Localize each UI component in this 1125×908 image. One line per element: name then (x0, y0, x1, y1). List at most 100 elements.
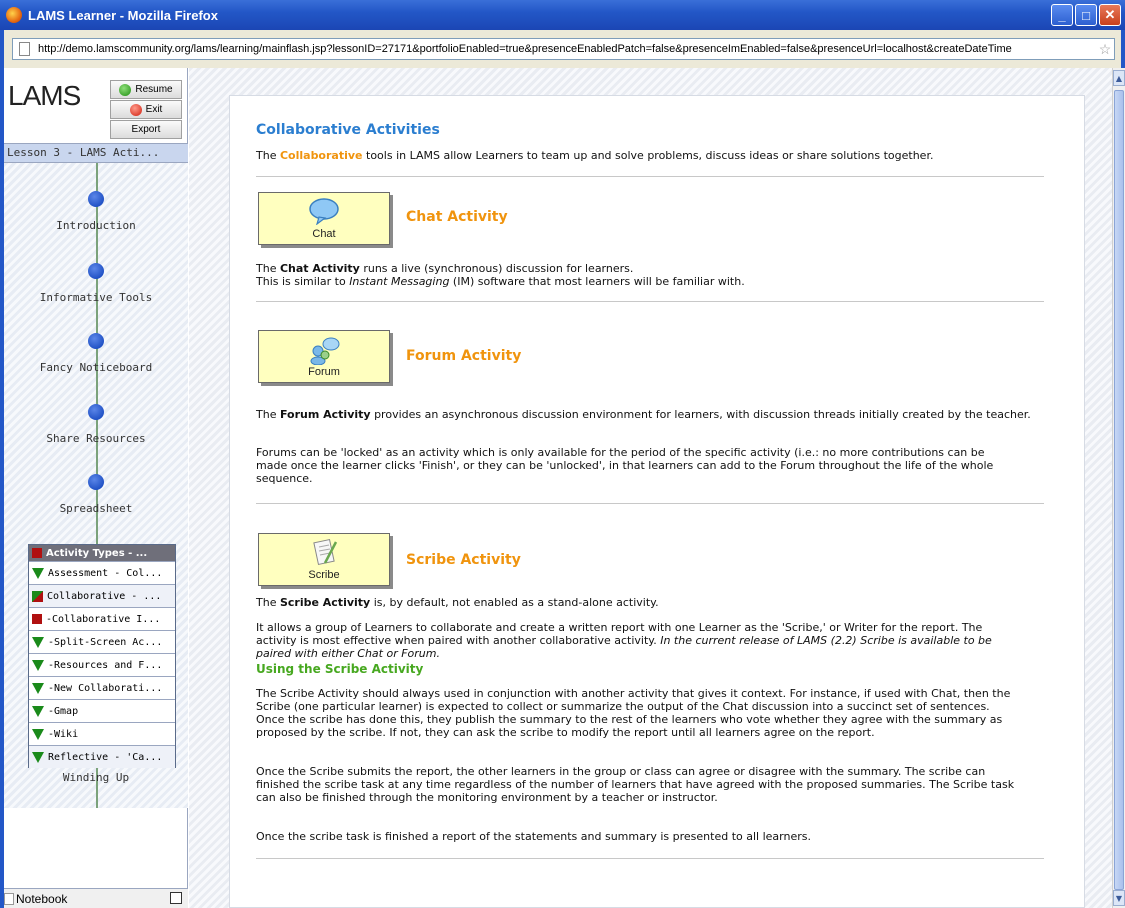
node-label: Informative Tools (39, 291, 153, 304)
forum-button[interactable]: Forum (258, 330, 390, 383)
export-label: Export (131, 124, 161, 135)
node-label: Share Resources (46, 432, 146, 445)
vertical-scrollbar[interactable]: ▲ ▼ (1112, 68, 1125, 908)
divider (256, 176, 1044, 177)
close-button[interactable]: ✕ (1099, 4, 1121, 26)
optional-item[interactable]: Assessment - Col... (29, 561, 175, 584)
optional-activity-box: Activity Types - ... Assessment - Col...… (28, 544, 176, 768)
optional-item-label: -Split-Screen Ac... (48, 636, 163, 648)
divider (256, 503, 1044, 504)
chat-button[interactable]: Chat (258, 192, 390, 245)
scribe-intro: The Scribe Activity is, by default, not … (256, 596, 659, 609)
learner-sidebar: LAMS Resume Exit Export Lesson 3 - LAMS … (4, 68, 188, 908)
activity-node-icon (88, 333, 104, 349)
chat-bubble-icon (309, 198, 339, 226)
forum-button-label: Forum (308, 366, 340, 378)
notebook-label: Notebook (16, 891, 68, 906)
optional-item-label: -Resources and F... (48, 659, 163, 671)
url-field[interactable]: http://demo.lamscommunity.org/lams/learn… (12, 38, 1115, 60)
page-icon (19, 42, 30, 56)
in-progress-icon (32, 590, 43, 602)
sequence-node[interactable]: Fancy Noticeboard (4, 333, 188, 374)
resume-label: Resume (135, 84, 173, 95)
complete-icon (32, 659, 44, 671)
scroll-thumb[interactable] (1114, 90, 1124, 890)
chat-button-label: Chat (312, 228, 336, 240)
optional-item[interactable]: -Collaborative I... (29, 607, 175, 630)
optional-item[interactable]: Reflective - 'Ca... (29, 745, 175, 768)
optional-item-label: -Wiki (48, 728, 79, 740)
scribe-activity-title: Scribe Activity (406, 552, 521, 568)
optional-item[interactable]: Collaborative - ... (29, 584, 175, 607)
optional-item[interactable]: -Wiki (29, 722, 175, 745)
optional-item-label: Reflective - 'Ca... (48, 751, 163, 763)
scribe-usage-text: The Scribe Activity should always used i… (256, 687, 1011, 739)
activity-node-icon (88, 263, 104, 279)
forum-locking-text: Forums can be 'locked' as an activity wh… (256, 446, 994, 485)
lesson-title: Lesson 3 - LAMS Acti... (4, 143, 188, 163)
optional-item-label: -Gmap (48, 705, 79, 717)
resume-icon (119, 83, 132, 96)
exit-label: Exit (145, 104, 163, 115)
scribe-subheading: Using the Scribe Activity (256, 662, 424, 676)
divider (256, 858, 1044, 859)
optional-item-label: -Collaborative I... (46, 613, 161, 625)
content-area: Collaborative Activities The Collaborati… (189, 68, 1112, 908)
scribe-submit-text: Once the Scribe submits the report, the … (256, 765, 1015, 804)
optional-item-label: Collaborative - ... (47, 590, 162, 602)
minimize-button[interactable]: _ (1051, 4, 1073, 26)
window-title: LAMS Learner - Mozilla Firefox (28, 7, 218, 23)
optional-item[interactable]: -New Collaborati... (29, 676, 175, 699)
node-label: Introduction (56, 219, 136, 232)
scroll-down-icon[interactable]: ▼ (1113, 890, 1125, 906)
sequence-node[interactable]: Share Resources (4, 404, 188, 445)
firefox-icon (6, 7, 22, 23)
incomplete-icon (32, 548, 42, 558)
exit-icon (129, 103, 142, 116)
page-title: Collaborative Activities (256, 122, 440, 138)
sequence-node[interactable]: Winding Up (4, 771, 188, 784)
node-label: Fancy Noticeboard (39, 361, 153, 374)
export-button[interactable]: Export (110, 120, 182, 139)
content-card: Collaborative Activities The Collaborati… (229, 95, 1085, 908)
divider (256, 301, 1044, 302)
collaborative-highlight: Collaborative (279, 149, 363, 162)
scribe-button[interactable]: Scribe (258, 533, 390, 586)
window-titlebar: LAMS Learner - Mozilla Firefox _ □ ✕ (0, 0, 1125, 30)
complete-icon (32, 682, 44, 694)
optional-item[interactable]: -Split-Screen Ac... (29, 630, 175, 653)
sequence-node[interactable]: Informative Tools (4, 263, 188, 304)
notebook-bar[interactable]: Notebook (4, 888, 188, 908)
complete-icon (32, 751, 44, 763)
chat-activity-title: Chat Activity (406, 209, 508, 225)
activity-node-icon (88, 191, 104, 207)
forum-activity-title: Forum Activity (406, 348, 522, 364)
sequence-node[interactable]: Introduction (4, 191, 188, 232)
resume-button[interactable]: Resume (110, 80, 182, 99)
optional-item[interactable]: -Resources and F... (29, 653, 175, 676)
node-label: Spreadsheet (59, 502, 133, 515)
intro-text: The Collaborative tools in LAMS allow Le… (256, 149, 934, 162)
bookmark-star-icon[interactable]: ☆ (1096, 41, 1114, 58)
maximize-button[interactable]: □ (1075, 4, 1097, 26)
window-controls: _ □ ✕ (1051, 4, 1121, 26)
optional-item-label: -New Collaborati... (48, 682, 163, 694)
incomplete-icon (32, 614, 42, 624)
optional-item[interactable]: -Gmap (29, 699, 175, 722)
optional-header[interactable]: Activity Types - ... (29, 545, 175, 561)
forum-icon (310, 337, 340, 366)
scribe-purpose-text: It allows a group of Learners to collabo… (256, 621, 992, 660)
forum-description: The Forum Activity provides an asynchron… (256, 408, 1031, 421)
scroll-up-icon[interactable]: ▲ (1113, 70, 1125, 86)
scribe-notepad-icon (313, 538, 338, 566)
address-bar: http://demo.lamscommunity.org/lams/learn… (0, 30, 1125, 68)
scribe-report-text: Once the scribe task is finished a repor… (256, 830, 811, 843)
sequence-node[interactable]: Spreadsheet (4, 474, 188, 515)
notebook-toggle-icon[interactable] (170, 892, 182, 904)
complete-icon (32, 705, 44, 717)
node-label: Winding Up (62, 771, 130, 784)
notebook-icon (4, 892, 14, 905)
url-text: http://demo.lamscommunity.org/lams/learn… (38, 43, 1012, 55)
exit-button[interactable]: Exit (110, 100, 182, 119)
complete-icon (32, 567, 44, 579)
